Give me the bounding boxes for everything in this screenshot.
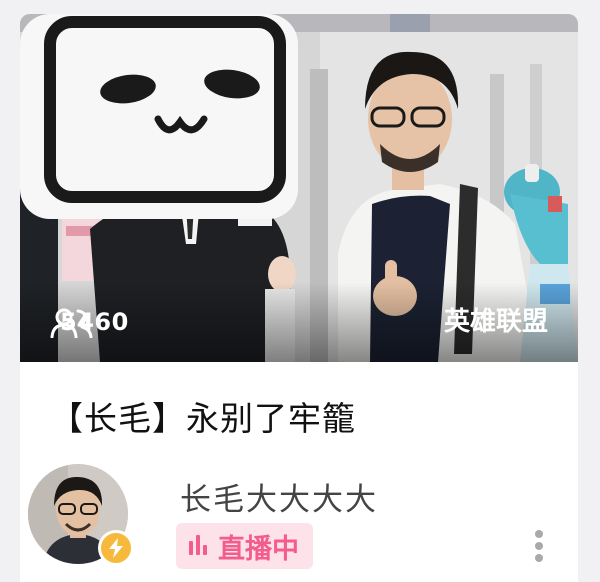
game-category-label[interactable]: 英雄联盟 (444, 301, 548, 338)
cover-thumbnail[interactable]: 5460 英雄联盟 (20, 14, 578, 362)
viewer-count: 5460 (50, 308, 129, 338)
live-status-badge: 直播中 (176, 523, 313, 569)
stream-title[interactable]: 【长毛】永别了牢籠 (50, 392, 356, 440)
more-vertical-icon[interactable] (528, 526, 550, 566)
bars-icon (188, 533, 208, 559)
streamer-name[interactable]: 长毛大大大大 (180, 474, 378, 519)
lightning-icon (98, 530, 134, 566)
live-badge-label: 直播中 (218, 533, 299, 565)
